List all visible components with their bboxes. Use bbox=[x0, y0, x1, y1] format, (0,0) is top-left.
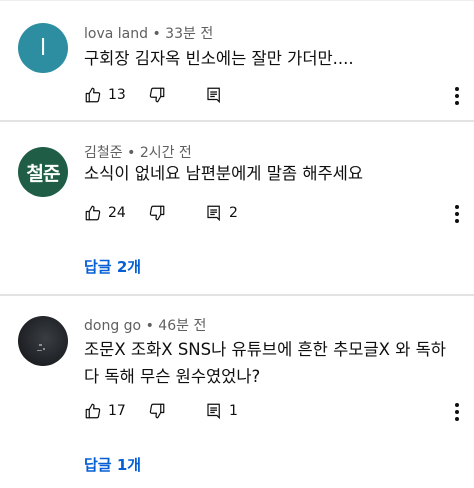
author-name[interactable]: lova land bbox=[84, 26, 148, 42]
avatar[interactable] bbox=[18, 316, 68, 366]
thumb-up-icon bbox=[85, 87, 101, 103]
more-vert-icon bbox=[455, 205, 459, 209]
comment-text: 조문X 조화X SNS나 유튜브에 흔한 추모글X 와 독하다 독해 무슨 원수… bbox=[84, 340, 446, 386]
thumb-down-icon bbox=[149, 87, 165, 103]
thumb-up-icon bbox=[85, 403, 101, 419]
author-name[interactable]: dong go bbox=[84, 318, 141, 334]
thumb-down-icon bbox=[149, 403, 165, 419]
comment-thread: dong go • 46분 전 조문X 조화X SNS나 유튜브에 흔한 추모글… bbox=[0, 296, 474, 488]
avatar-photo-detail bbox=[43, 348, 45, 350]
reply-button[interactable] bbox=[205, 83, 223, 107]
comment-text: 소식이 없네요 남편분에게 말좀 해주세요 bbox=[84, 164, 364, 183]
like-button[interactable]: 17 bbox=[84, 399, 126, 423]
reply-button[interactable]: 1 bbox=[205, 399, 238, 423]
comment-time[interactable]: 2시간 전 bbox=[140, 145, 192, 161]
avatar[interactable]: l bbox=[18, 23, 68, 73]
more-vert-icon bbox=[455, 403, 459, 407]
comment-meta: lova land • 33분 전 bbox=[84, 23, 213, 43]
avatar-photo-detail bbox=[39, 344, 42, 346]
reply-icon bbox=[207, 205, 220, 222]
more-options-button[interactable] bbox=[454, 202, 460, 226]
reply-icon bbox=[207, 403, 220, 420]
reply-count: 2 bbox=[229, 205, 238, 221]
comment-thread: 철준 김철준 • 2시간 전 소식이 없네요 남편분에게 말좀 해주세요 24 … bbox=[0, 122, 474, 294]
meta-separator: • bbox=[148, 26, 166, 42]
like-button[interactable]: 24 bbox=[84, 201, 126, 225]
dislike-button[interactable] bbox=[148, 399, 166, 423]
comment-text: 구회장 김자옥 빈소에는 잘만 가더만.... bbox=[84, 49, 354, 68]
more-vert-icon bbox=[455, 87, 459, 91]
reply-button[interactable]: 2 bbox=[205, 201, 238, 225]
like-count: 17 bbox=[108, 403, 126, 419]
dislike-button[interactable] bbox=[148, 201, 166, 225]
author-name[interactable]: 김철준 bbox=[84, 145, 123, 161]
thumb-down-icon bbox=[149, 205, 165, 221]
reply-icon bbox=[207, 87, 220, 104]
comment-time[interactable]: 46분 전 bbox=[158, 318, 206, 334]
avatar-photo-detail bbox=[37, 350, 42, 351]
dislike-button[interactable] bbox=[148, 83, 166, 107]
avatar[interactable]: 철준 bbox=[18, 147, 68, 197]
like-count: 13 bbox=[108, 87, 126, 103]
meta-separator: • bbox=[122, 145, 140, 161]
meta-separator: • bbox=[141, 318, 159, 334]
comment-meta: 김철준 • 2시간 전 bbox=[84, 142, 192, 162]
like-button[interactable]: 13 bbox=[84, 83, 126, 107]
view-replies-link[interactable]: 답글 2개 bbox=[84, 256, 141, 277]
more-options-button[interactable] bbox=[454, 84, 460, 108]
view-replies-link[interactable]: 답글 1개 bbox=[84, 454, 141, 475]
like-count: 24 bbox=[108, 205, 126, 221]
thumb-up-icon bbox=[85, 205, 101, 221]
comment-time[interactable]: 33분 전 bbox=[165, 26, 213, 42]
reply-count: 1 bbox=[229, 403, 238, 419]
comment-thread: l lova land • 33분 전 구회장 김자옥 빈소에는 잘만 가더만.… bbox=[0, 0, 474, 120]
more-options-button[interactable] bbox=[454, 400, 460, 424]
comment-meta: dong go • 46분 전 bbox=[84, 315, 206, 335]
